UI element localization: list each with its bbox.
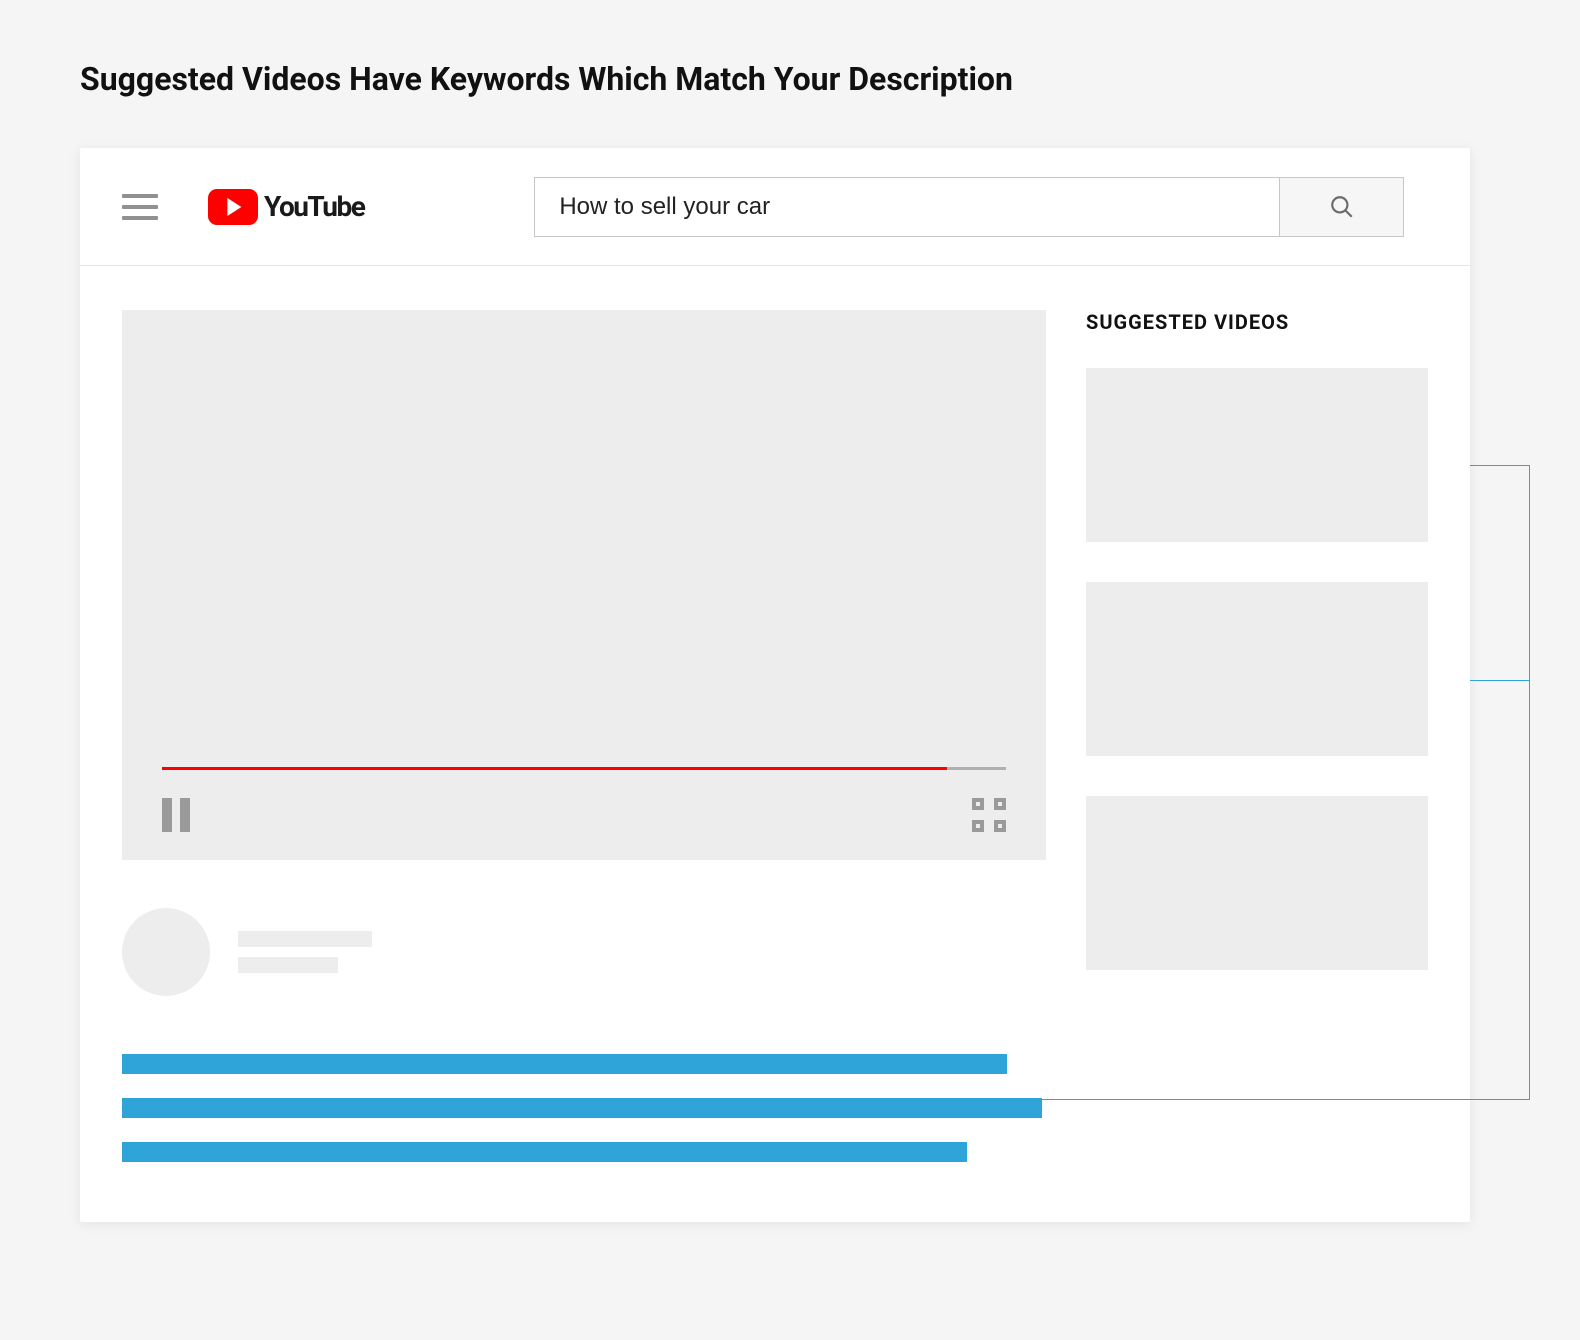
search-button[interactable]: [1279, 178, 1403, 236]
header-bar: YouTube: [80, 148, 1470, 266]
youtube-play-icon: [208, 189, 258, 225]
description-block: [122, 1054, 1046, 1162]
placeholder-line: [238, 931, 372, 947]
video-player[interactable]: [122, 310, 1046, 860]
connector-line: [1470, 465, 1530, 680]
placeholder-line: [238, 957, 338, 973]
content-body: SUGGESTED VIDEOS: [80, 266, 1470, 1222]
pause-icon[interactable]: [162, 798, 190, 832]
main-column: [122, 310, 1046, 1162]
progress-fill: [162, 767, 947, 770]
browser-window: YouTube: [80, 148, 1470, 1222]
search-icon: [1329, 194, 1355, 220]
youtube-logo[interactable]: YouTube: [208, 189, 364, 225]
connector-line: [1470, 680, 1530, 910]
channel-text-placeholder: [238, 931, 372, 973]
description-line: [122, 1054, 1007, 1074]
suggested-heading: SUGGESTED VIDEOS: [1086, 310, 1428, 334]
hamburger-icon[interactable]: [122, 194, 158, 220]
suggested-video-thumb[interactable]: [1086, 582, 1428, 756]
description-line: [122, 1098, 1042, 1118]
avatar[interactable]: [122, 908, 210, 996]
page-title: Suggested Videos Have Keywords Which Mat…: [80, 0, 1500, 148]
search-input[interactable]: [535, 178, 1279, 236]
youtube-logo-text: YouTube: [264, 190, 364, 223]
description-line: [122, 1142, 967, 1162]
search-bar: [534, 177, 1404, 237]
suggested-video-thumb[interactable]: [1086, 368, 1428, 542]
sidebar-column: SUGGESTED VIDEOS: [1086, 310, 1428, 1162]
fullscreen-icon[interactable]: [972, 798, 1006, 832]
progress-track[interactable]: [162, 767, 1006, 770]
suggested-video-thumb[interactable]: [1086, 796, 1428, 970]
channel-row: [122, 908, 1046, 996]
